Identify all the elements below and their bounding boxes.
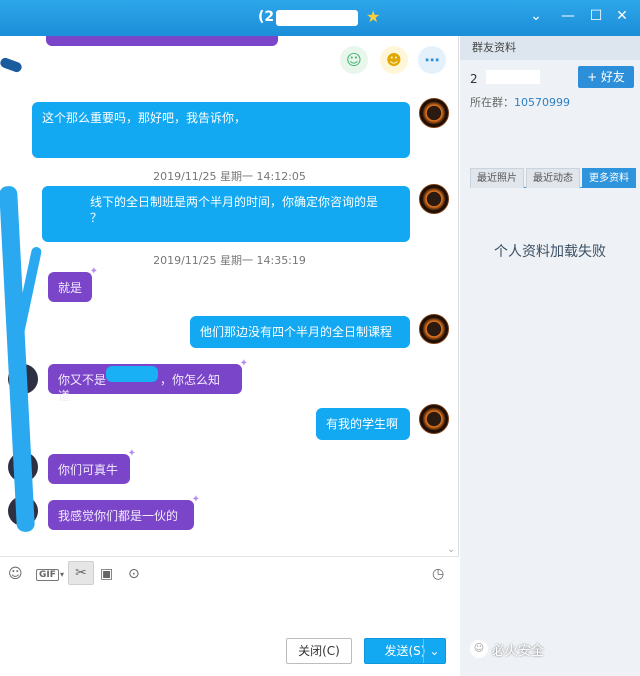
send-options-icon[interactable]: ⌄	[423, 639, 445, 663]
star-icon: ★	[366, 7, 381, 26]
message-bubble-partial	[46, 36, 278, 46]
member-icon[interactable]: ☻	[380, 46, 408, 74]
avatar-me	[419, 184, 449, 214]
title-bar: (2 ★ ⌄ — ☐ ✕	[0, 0, 640, 36]
close-icon[interactable]: ✕	[614, 8, 630, 24]
message-input[interactable]: 关闭(C) 发送(S) ⌄	[0, 592, 459, 676]
avatar-me	[419, 98, 449, 128]
avatar-me	[419, 314, 449, 344]
tab-recent-activity[interactable]: 最近动态	[526, 168, 580, 188]
panel-header: 群友资料	[460, 36, 640, 60]
message-text: 有我的学生啊	[326, 417, 399, 431]
avatar-me	[419, 404, 449, 434]
title-redaction	[276, 10, 358, 26]
redaction-scribble	[0, 185, 36, 533]
message-text: 你们可真牛	[58, 463, 119, 477]
message-bubble-me: 这个那么重要吗，那好吧，我告诉你，	[32, 102, 410, 158]
group-number[interactable]: 10570999	[514, 96, 570, 109]
gif-icon[interactable]: GIF	[36, 569, 59, 581]
gif-dropdown-icon[interactable]: ▾	[60, 570, 64, 579]
load-failed-message: 个人资料加载失败	[494, 244, 606, 260]
wechat-icon: ☺	[470, 640, 488, 658]
scissors-icon[interactable]: ✂	[68, 561, 94, 585]
message-text: 线下的全日制班是两个半月的时间，你确定你咨询的是	[90, 195, 379, 209]
send-button[interactable]: 发送(S) ⌄	[364, 638, 446, 664]
more-options-icon[interactable]: ⊙	[128, 566, 140, 582]
close-button[interactable]: 关闭(C)	[286, 638, 352, 664]
add-friend-button[interactable]: + 好友	[578, 66, 634, 88]
message-text: 就是	[58, 281, 83, 295]
message-text: ？	[90, 211, 103, 225]
maximize-icon[interactable]: ☐	[588, 8, 604, 24]
name-redaction	[486, 70, 540, 84]
add-member-icon[interactable]: ☺	[340, 46, 368, 74]
scroll-down-icon[interactable]: ⌄	[447, 544, 455, 555]
message-bubble-them: 我感觉你们都是一伙的	[48, 492, 200, 530]
image-icon[interactable]: ▣	[100, 566, 113, 582]
profile-tabs: 最近照片 最近动态 更多资料	[470, 168, 636, 188]
input-toolbar: ☺ GIF ▾ ✂ ▣ ⊙ ◷	[0, 556, 459, 592]
chat-message-area[interactable]: ☺ ☻ ⋯ 这个那么重要吗，那好吧，我告诉你， 2019/11/25 星期一 1…	[0, 36, 459, 556]
timestamp: 2019/11/25 星期一 14:12:05	[153, 170, 306, 183]
message-bubble-them: 你们可真牛	[48, 446, 136, 484]
message-bubble-them: 就是	[48, 264, 98, 302]
message-text: 你又不是	[58, 373, 107, 387]
redaction-mark	[106, 366, 158, 382]
tab-recent-photos[interactable]: 最近照片	[470, 168, 524, 188]
message-text: 我感觉你们都是一伙的	[58, 509, 179, 523]
member-profile-panel: 群友资料 2 + 好友 所在群：10570999 最近照片 最近动态 更多资料 …	[460, 36, 640, 676]
timestamp: 2019/11/25 星期一 14:35:19	[153, 254, 306, 267]
group-info: 所在群：10570999	[470, 94, 570, 110]
message-text: 这个那么重要吗，那好吧，我告诉你，	[42, 111, 247, 125]
history-clock-icon[interactable]: ◷	[432, 566, 444, 582]
chevron-down-icon[interactable]: ⌄	[528, 8, 544, 24]
emoji-icon[interactable]: ☺	[8, 566, 23, 582]
message-bubble-me: 线下的全日制班是两个半月的时间，你确定你咨询的是 ？	[42, 186, 410, 242]
tab-more-info[interactable]: 更多资料	[582, 168, 636, 188]
minimize-icon[interactable]: —	[560, 8, 576, 24]
window-title: (2	[258, 9, 275, 25]
more-icon[interactable]: ⋯	[418, 46, 446, 74]
friend-name: 2	[470, 72, 478, 86]
message-bubble-me: 有我的学生啊	[316, 408, 410, 440]
watermark: 必火安全	[492, 644, 545, 659]
message-bubble-me: 他们那边没有四个半月的全日制课程	[190, 316, 410, 348]
redaction-scribble	[0, 56, 24, 74]
message-text: 他们那边没有四个半月的全日制课程	[200, 325, 393, 339]
group-label: 所在群：	[470, 96, 514, 109]
